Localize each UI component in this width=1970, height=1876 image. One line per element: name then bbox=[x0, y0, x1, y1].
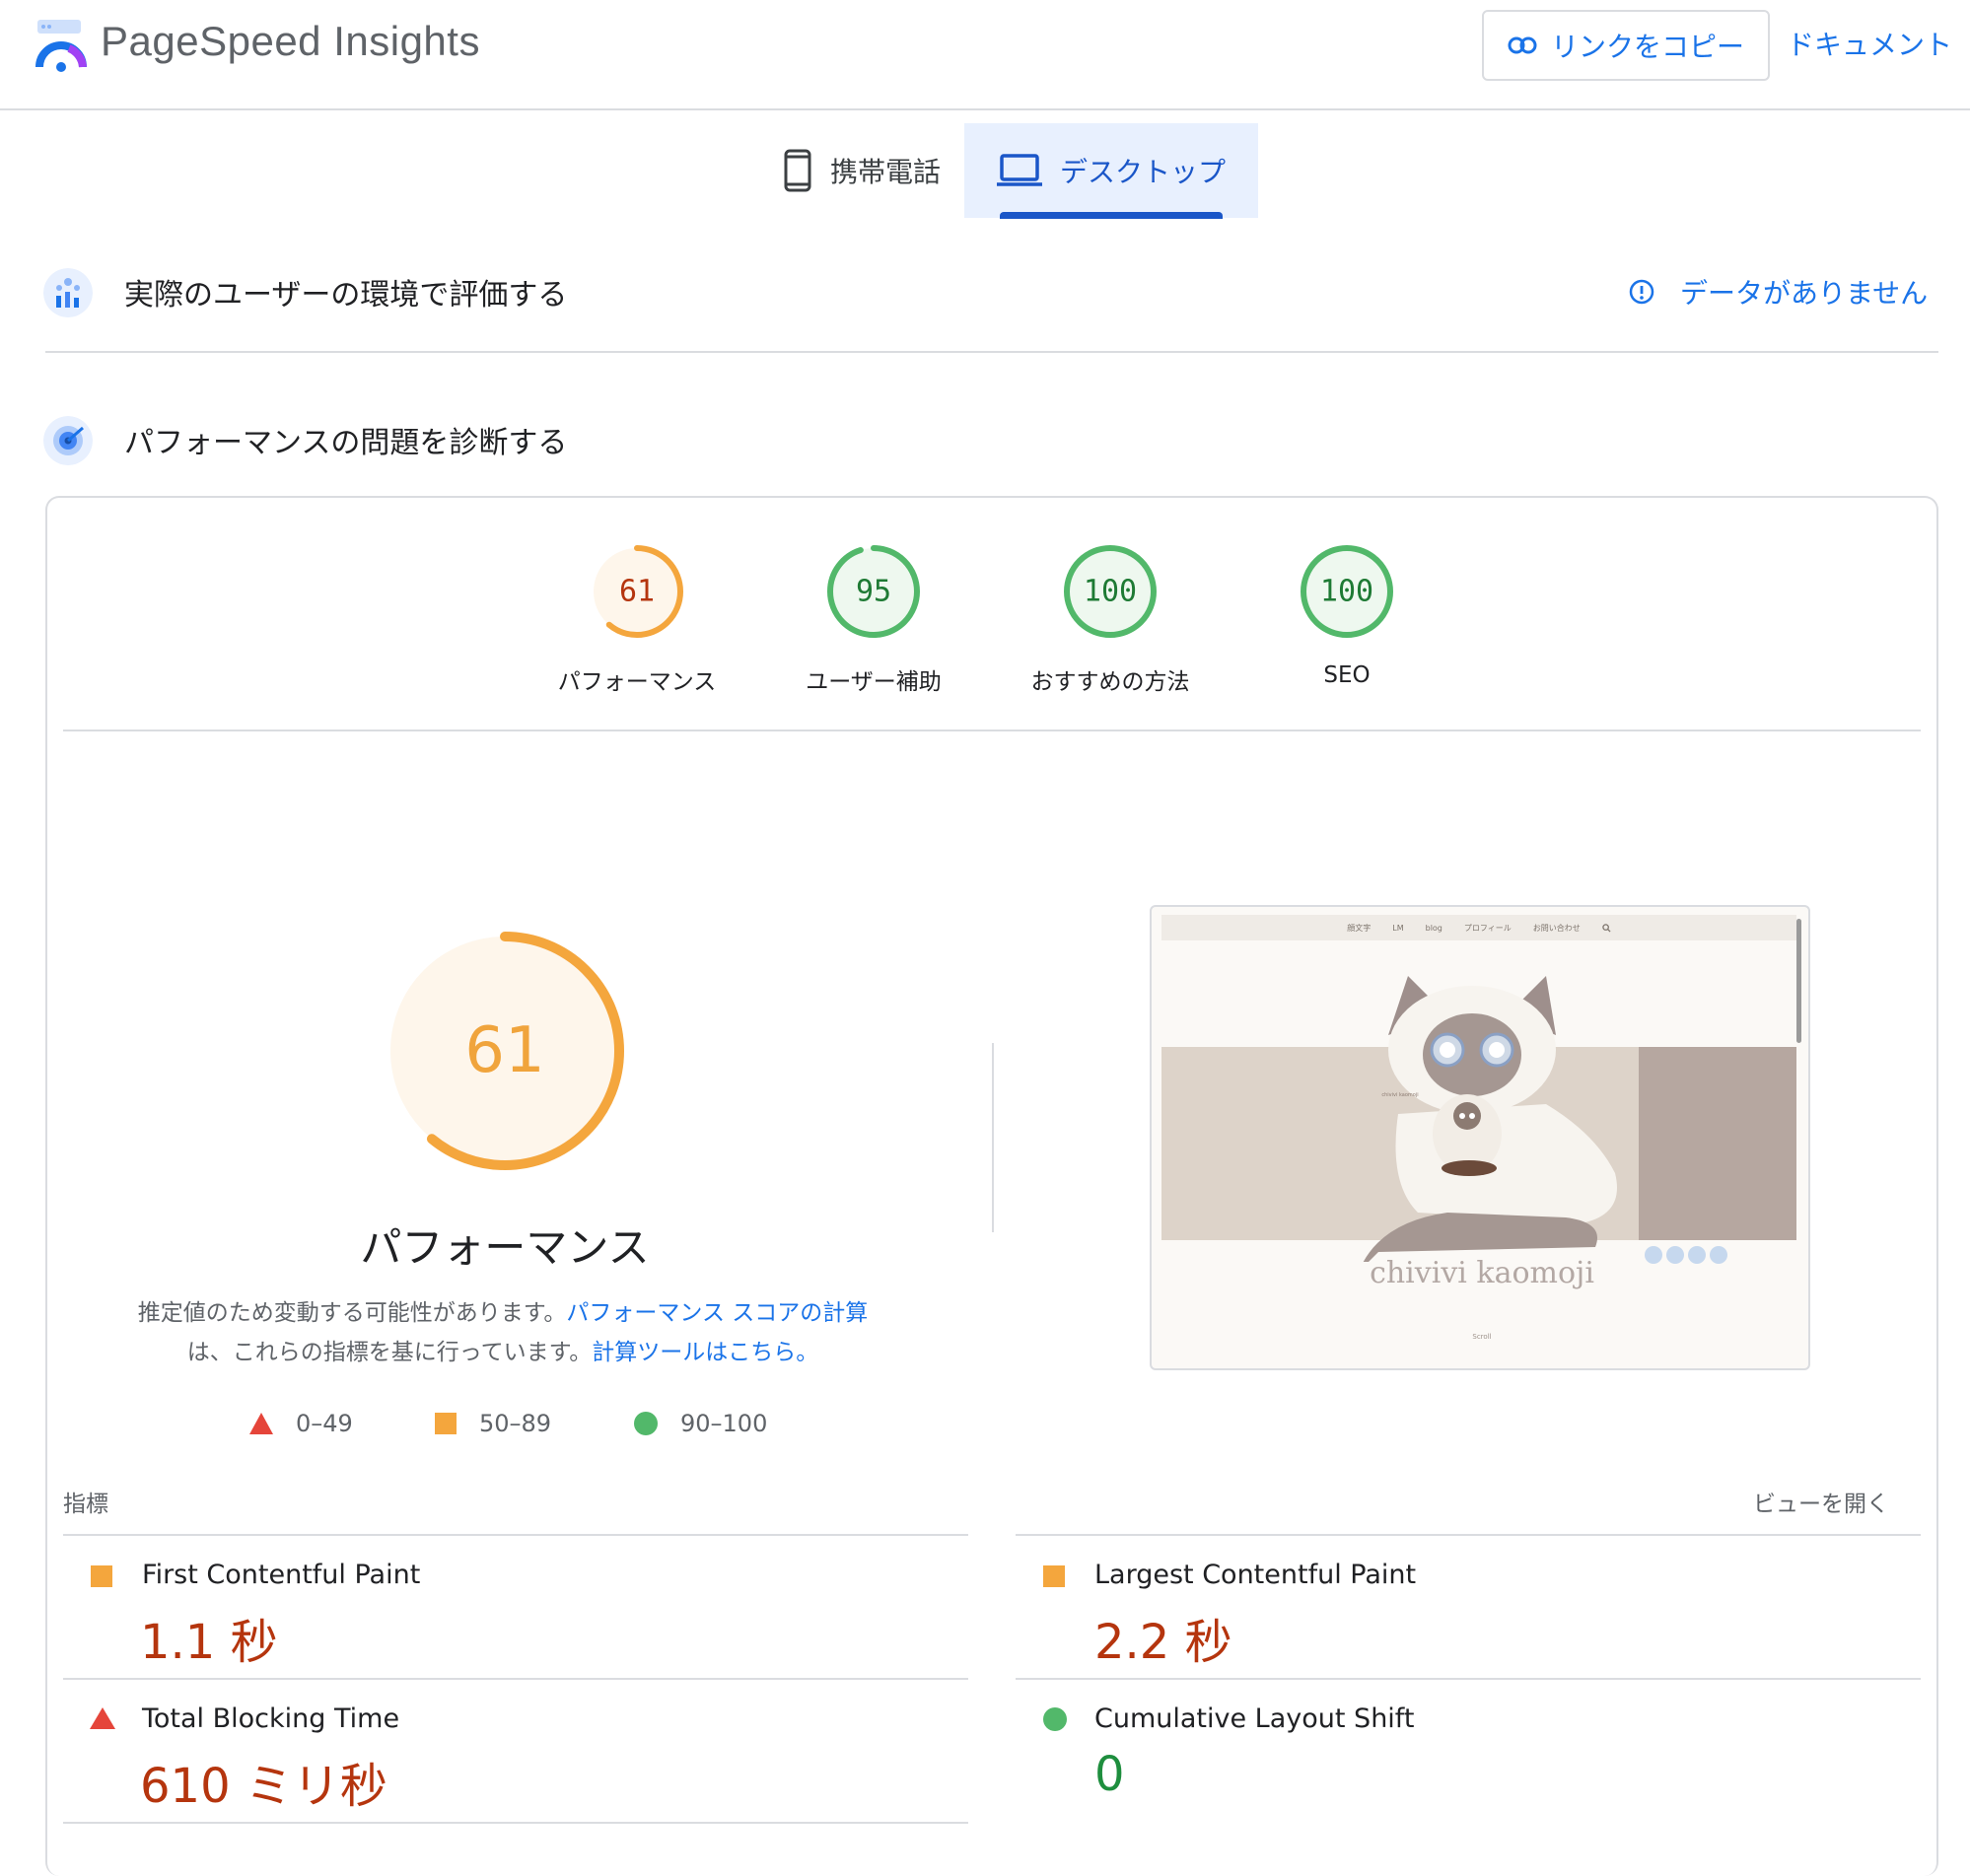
gauge-label: パフォーマンス bbox=[557, 669, 717, 695]
score-ring: 61 bbox=[591, 545, 683, 638]
score-calc-link[interactable]: パフォーマンス スコアの計算 bbox=[566, 1300, 868, 1326]
gauge-performance[interactable]: 61 パフォーマンス bbox=[538, 542, 736, 696]
tab-selected-indicator bbox=[1000, 212, 1223, 219]
tab-mobile-label: 携帯電話 bbox=[829, 156, 941, 188]
users-chart-icon bbox=[43, 268, 93, 317]
gauge-label: ユーザー補助 bbox=[806, 669, 942, 695]
pass-circle-icon bbox=[1043, 1707, 1067, 1731]
metric-divider bbox=[63, 1534, 968, 1536]
metric-divider bbox=[63, 1822, 968, 1824]
tab-desktop-label: デスクトップ bbox=[1059, 156, 1226, 188]
desc-text: 推定値のため変動する可能性があります。 bbox=[137, 1300, 567, 1326]
app-title: PageSpeed Insights bbox=[101, 18, 480, 64]
thumb-nav-item: プロフィール bbox=[1463, 923, 1512, 933]
metric-value-fcp: 1.1 秒 bbox=[140, 1615, 278, 1670]
tab-mobile[interactable]: 携帯電話 bbox=[759, 123, 964, 218]
performance-score-gauge: 61 bbox=[386, 932, 624, 1170]
gauge-seo[interactable]: 100 SEO bbox=[1248, 542, 1445, 688]
section-divider bbox=[45, 351, 1938, 353]
thumb-dot bbox=[1645, 1246, 1662, 1264]
laptop-icon bbox=[996, 154, 1042, 186]
desc-text: は、これらの指標を基に行っています。 bbox=[186, 1340, 593, 1365]
metric-value-cls: 0 bbox=[1094, 1747, 1125, 1802]
legend-range: 50–89 bbox=[479, 1410, 552, 1437]
thumb-small-text: chivivi kaomoji bbox=[1381, 1092, 1419, 1098]
top-bar: PageSpeed Insights リンクをコピー ドキュメント bbox=[0, 0, 1970, 110]
fail-triangle-icon bbox=[249, 1413, 273, 1434]
fail-triangle-icon bbox=[90, 1707, 115, 1729]
legend-pass: 90–100 bbox=[633, 1410, 767, 1437]
diagnose-title: パフォーマンスの問題を診断する bbox=[124, 426, 568, 460]
thumb-scroll: Scroll bbox=[1472, 1333, 1492, 1341]
metric-name-cls: Cumulative Layout Shift bbox=[1094, 1703, 1415, 1734]
gauge-score: 61 bbox=[619, 575, 655, 609]
pass-circle-icon bbox=[634, 1412, 658, 1435]
gauge-score: 100 bbox=[1320, 575, 1373, 609]
metric-name-fcp: First Contentful Paint bbox=[142, 1560, 421, 1590]
thumb-dot bbox=[1666, 1246, 1684, 1264]
gauge-accessibility[interactable]: 95 ユーザー補助 bbox=[775, 542, 972, 696]
copy-link-label: リンクをコピー bbox=[1550, 31, 1744, 63]
search-icon bbox=[1602, 923, 1611, 933]
metric-divider bbox=[63, 1678, 968, 1680]
thumb-brand: chivivi kaomoji bbox=[1370, 1256, 1594, 1290]
copy-link-button[interactable]: リンクをコピー bbox=[1482, 10, 1770, 81]
thumb-nav-item: blog bbox=[1425, 923, 1442, 933]
thumb-nav-item: 顔文字 bbox=[1347, 923, 1372, 933]
legend-range: 0–49 bbox=[296, 1410, 353, 1437]
smartphone-icon bbox=[784, 149, 811, 192]
info-icon bbox=[1629, 279, 1654, 305]
legend-range: 90–100 bbox=[680, 1410, 768, 1437]
metric-divider bbox=[1016, 1678, 1921, 1680]
metric-value-tbt: 610 ミリ秒 bbox=[140, 1759, 387, 1814]
field-data-title: 実際のユーザーの環境で評価する bbox=[124, 278, 568, 313]
metric-divider bbox=[1016, 1534, 1921, 1536]
target-icon bbox=[43, 416, 93, 465]
page-screenshot-thumbnail[interactable]: 顔文字 LM blog プロフィール お問い合わせ chivivi kaomoj… bbox=[1150, 905, 1810, 1370]
tab-desktop[interactable]: デスクトップ bbox=[964, 123, 1258, 218]
thumb-dot bbox=[1688, 1246, 1706, 1264]
gauge-score: 100 bbox=[1084, 575, 1137, 609]
thumb-dots bbox=[1645, 1246, 1727, 1264]
thumb-nav-item: お問い合わせ bbox=[1532, 923, 1581, 933]
vertical-divider bbox=[992, 1043, 994, 1232]
average-square-icon bbox=[435, 1413, 457, 1434]
no-data-label: データがありません bbox=[1680, 277, 1929, 310]
gauge-label: SEO bbox=[1323, 662, 1371, 688]
score-ring: 100 bbox=[1064, 545, 1157, 638]
legend-average: 50–89 bbox=[434, 1410, 551, 1437]
legend-fail: 0–49 bbox=[248, 1410, 353, 1437]
average-square-icon bbox=[91, 1565, 112, 1587]
metric-value-lcp: 2.2 秒 bbox=[1094, 1615, 1232, 1670]
gauge-score: 61 bbox=[464, 1014, 544, 1087]
thumb-hero-side bbox=[1639, 1047, 1796, 1240]
thumb-scrollbar bbox=[1796, 919, 1801, 1043]
metric-name-tbt: Total Blocking Time bbox=[142, 1703, 400, 1734]
performance-description: 推定値のため変動する可能性があります。パフォーマンス スコアの計算 は、これらの… bbox=[108, 1293, 897, 1372]
metric-name-lcp: Largest Contentful Paint bbox=[1094, 1560, 1417, 1590]
gauge-label: おすすめの方法 bbox=[1030, 669, 1190, 695]
docs-link[interactable]: ドキュメント bbox=[1787, 24, 1952, 63]
thumb-dot bbox=[1710, 1246, 1727, 1264]
gauges-divider bbox=[63, 730, 1921, 731]
thumb-nav: 顔文字 LM blog プロフィール お問い合わせ bbox=[1161, 915, 1796, 940]
no-data-status[interactable]: データがありません bbox=[1629, 272, 1928, 312]
gauge-score: 95 bbox=[856, 575, 891, 609]
performance-heading: パフォーマンス bbox=[360, 1223, 650, 1272]
pagespeed-logo-icon bbox=[35, 20, 87, 72]
link-icon bbox=[1508, 36, 1537, 54]
score-ring: 95 bbox=[827, 545, 920, 638]
gauge-best-practices[interactable]: 100 おすすめの方法 bbox=[1012, 542, 1209, 696]
expand-view-toggle[interactable]: ビューを開く bbox=[1753, 1485, 1889, 1518]
calculator-link[interactable]: 計算ツールはこちら。 bbox=[592, 1340, 818, 1365]
thumb-nav-item: LM bbox=[1392, 923, 1404, 933]
cat-illustration bbox=[1363, 976, 1617, 1262]
average-square-icon bbox=[1043, 1565, 1065, 1587]
score-ring: 100 bbox=[1301, 545, 1393, 638]
metrics-heading: 指標 bbox=[63, 1492, 108, 1517]
